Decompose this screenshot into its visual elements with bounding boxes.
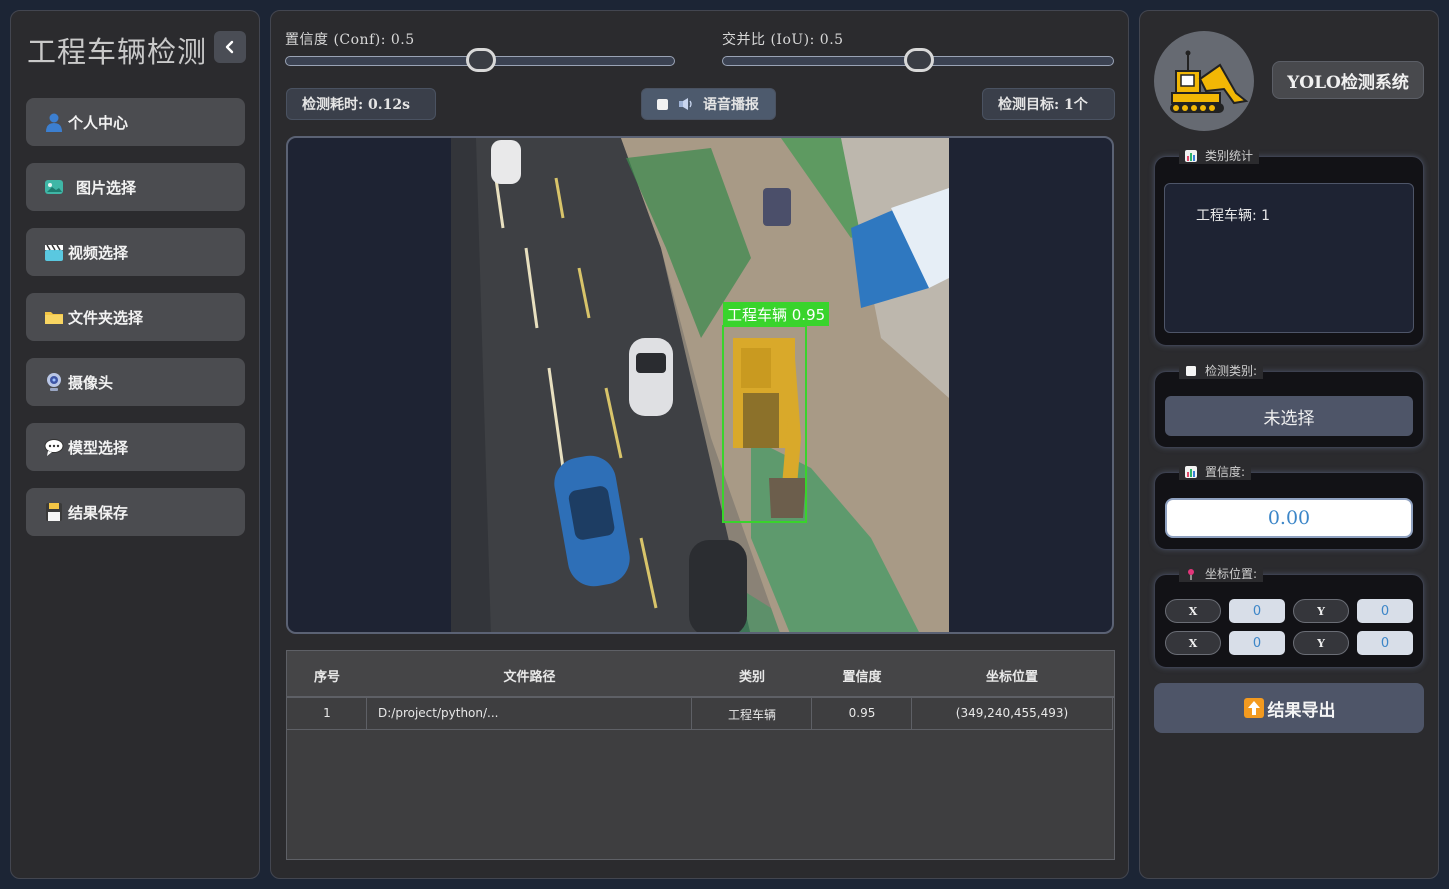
collapse-sidebar-button[interactable]: [214, 31, 246, 63]
target-count-text: 检测目标: 1个: [998, 97, 1088, 113]
sidebar-item-label: 视频选择: [68, 243, 129, 262]
coord-x2-value: 0: [1229, 631, 1285, 655]
class-stats-group: 类别统计 工程车辆: 1: [1154, 147, 1424, 346]
coord-x1-label: X: [1165, 599, 1221, 623]
cell-coords: (349,240,455,493): [955, 706, 1069, 720]
bar-chart-icon: [1185, 465, 1197, 478]
pin-icon: [1185, 568, 1197, 580]
sidebar-item-image[interactable]: 图片选择: [26, 163, 245, 211]
sidebar-item-profile[interactable]: 个人中心: [26, 98, 245, 146]
sidebar-item-save[interactable]: 结果保存: [26, 488, 245, 536]
sidebar-item-label: 文件夹选择: [68, 308, 144, 327]
class-stats-text: 工程车辆: 1: [1196, 208, 1271, 224]
coord-y2-label: Y: [1293, 631, 1349, 655]
sidebar-item-label: 摄像头: [68, 373, 114, 392]
coord-y1-value: 0: [1357, 599, 1413, 623]
cell-class: 工程车辆: [727, 708, 776, 722]
image-icon: [44, 177, 64, 197]
detect-time-text: 检测耗时: 0.12s: [302, 97, 411, 113]
coord-x2-label: X: [1165, 631, 1221, 655]
image-viewer: 工程车辆 0.95: [286, 136, 1114, 634]
sidebar-item-label: 模型选择: [68, 438, 129, 457]
coordinates-legend: 坐标位置:: [1179, 565, 1264, 582]
folder-icon: [44, 307, 64, 327]
col-header: 序号: [313, 670, 340, 685]
export-label: 结果导出: [1267, 700, 1336, 721]
iou-slider[interactable]: [722, 48, 1114, 72]
table-row[interactable]: 1 D:/project/python/... 工程车辆 0.95 (349,2…: [287, 698, 1113, 730]
coordinates-group: 坐标位置: X 0 Y 0 X 0 Y 0: [1154, 565, 1424, 668]
confidence-value: 0.00: [1165, 498, 1413, 538]
class-stats-legend: 类别统计: [1179, 147, 1260, 164]
iou-slider-label: 交并比 (IoU): 0.5: [722, 32, 844, 48]
webcam-icon: [44, 372, 64, 392]
iou-slider-handle[interactable]: [904, 48, 934, 72]
target-count-badge: 检测目标: 1个: [982, 88, 1115, 120]
sidebar-item-video[interactable]: 视频选择: [26, 228, 245, 276]
sidebar-item-model[interactable]: 模型选择: [26, 423, 245, 471]
cell-index: 1: [323, 706, 331, 720]
clapper-icon: [44, 242, 64, 262]
chevron-left-icon: [225, 40, 234, 54]
main-panel: 置信度 (Conf): 0.5 交并比 (IoU): 0.5 检测耗时: 0.1…: [270, 10, 1129, 879]
square-icon: [1185, 365, 1197, 377]
confidence-group: 置信度: 0.00: [1154, 463, 1424, 550]
person-icon: [44, 112, 64, 132]
cell-path: D:/project/python/...: [378, 706, 499, 720]
voice-label: 语音播报: [703, 97, 759, 113]
voice-checkbox[interactable]: [657, 98, 668, 110]
cell-conf: 0.95: [848, 706, 876, 720]
speaker-icon: [679, 98, 692, 110]
sidebar-item-label: 个人中心: [68, 113, 129, 132]
system-title: YOLO检测系统: [1272, 61, 1424, 99]
col-header: 坐标位置: [985, 670, 1038, 685]
bar-chart-icon: [1185, 149, 1197, 162]
col-header: 置信度: [842, 670, 882, 685]
table-header: 序号 文件路径 类别 置信度 坐标位置: [287, 651, 1114, 698]
detection-image: 工程车辆 0.95: [451, 138, 949, 632]
sidebar-item-folder[interactable]: 文件夹选择: [26, 293, 245, 341]
col-header: 类别: [738, 670, 765, 685]
col-header: 文件路径: [503, 670, 556, 685]
export-results-button[interactable]: 结果导出: [1154, 683, 1424, 733]
voice-broadcast-toggle[interactable]: 语音播报: [641, 88, 776, 120]
info-panel: YOLO检测系统 类别统计 工程车辆: 1 检测类别: 未选择 置信度: 0.0…: [1139, 10, 1439, 879]
detect-class-group: 检测类别: 未选择: [1154, 362, 1424, 448]
excavator-logo-icon: [1154, 31, 1254, 131]
upload-icon: [1243, 698, 1264, 718]
conf-slider-handle[interactable]: [466, 48, 496, 72]
conf-slider-label: 置信度 (Conf): 0.5: [285, 32, 415, 48]
sidebar-item-camera[interactable]: 摄像头: [26, 358, 245, 406]
speech-bubble-icon: [44, 437, 64, 457]
app-title: 工程车辆检测: [27, 35, 208, 69]
floppy-disk-icon: [44, 502, 64, 522]
sidebar-item-label: 结果保存: [68, 503, 129, 522]
coord-y2-value: 0: [1357, 631, 1413, 655]
sidebar: 工程车辆检测 个人中心 图片选择 视频选择 文件夹选择 摄像头 模型选择 结果保…: [10, 10, 260, 879]
detect-time-badge: 检测耗时: 0.12s: [286, 88, 436, 120]
conf-slider[interactable]: [285, 48, 675, 72]
results-table: 序号 文件路径 类别 置信度 坐标位置 1 D:/project/python/…: [286, 650, 1115, 860]
coord-x1-value: 0: [1229, 599, 1285, 623]
detect-class-select[interactable]: 未选择: [1165, 396, 1413, 436]
sidebar-item-label: 图片选择: [76, 178, 137, 197]
confidence-legend: 置信度:: [1179, 463, 1252, 480]
detect-class-legend: 检测类别:: [1179, 362, 1264, 379]
class-stats-box: 工程车辆: 1: [1164, 183, 1414, 333]
detection-label: 工程车辆 0.95: [727, 306, 825, 324]
coord-y1-label: Y: [1293, 599, 1349, 623]
